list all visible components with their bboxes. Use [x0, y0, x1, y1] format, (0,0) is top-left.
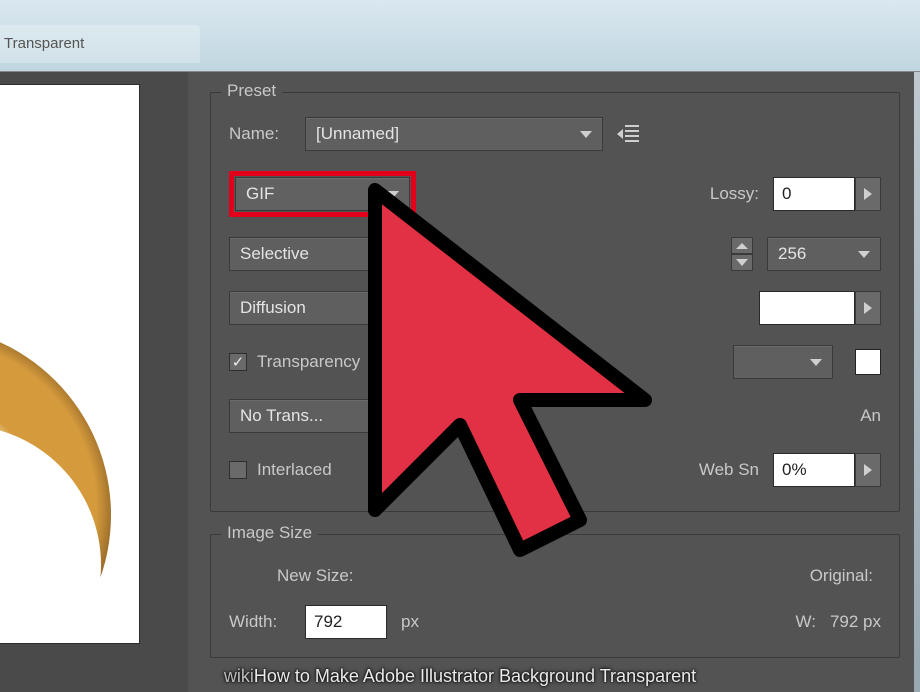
chevron-down-icon [390, 413, 402, 420]
colors-dropdown[interactable]: 256 [767, 237, 881, 271]
interlaced-checkbox[interactable]: Interlaced [229, 460, 332, 480]
dither-input[interactable] [759, 291, 855, 325]
orig-w-value: 792 px [830, 612, 881, 632]
preview-pane [0, 72, 188, 692]
transparency-row: ✓ Transparency [229, 345, 881, 379]
chevron-down-icon [390, 251, 402, 258]
interlaced-label: Interlaced [257, 460, 332, 480]
trans-dither-dropdown[interactable]: No Trans... [229, 399, 413, 433]
width-input[interactable]: 792 [305, 605, 387, 639]
chevron-right-icon [864, 464, 872, 476]
reduction-value: Selective [240, 244, 309, 264]
width-label: Width: [229, 612, 291, 632]
chevron-down-icon [580, 131, 592, 138]
dither-dropdown[interactable]: Diffusion [229, 291, 413, 325]
name-row: Name: [Unnamed] [229, 117, 881, 151]
lossy-input[interactable]: 0 [773, 177, 855, 211]
colors-step-up[interactable] [731, 237, 753, 254]
caption-text: How to Make Adobe Illustrator Background… [254, 666, 696, 686]
orig-w-label: W: [795, 612, 815, 632]
preview-canvas [0, 84, 140, 644]
chevron-down-icon [390, 305, 402, 312]
settings-panel: Preset Name: [Unnamed] GIF Lossy: 0 [188, 72, 920, 692]
window-titlebar: Transparent [0, 0, 920, 72]
checkbox-icon: ✓ [229, 353, 247, 371]
matte-swatch[interactable] [855, 349, 881, 375]
format-dropdown[interactable]: GIF [235, 177, 410, 211]
dither-row: Diffusion [229, 291, 881, 325]
image-size-legend: Image Size [221, 523, 318, 543]
format-row: GIF Lossy: 0 [229, 171, 881, 217]
websnap-increment[interactable] [855, 453, 881, 487]
image-size-group: Image Size New Size: Original: Width: 79… [210, 534, 900, 658]
colors-steppers[interactable] [731, 237, 753, 271]
chevron-down-icon [858, 251, 870, 258]
original-label: Original: [810, 566, 873, 586]
amount-label: An [860, 406, 881, 426]
websnap-input[interactable]: 0% [773, 453, 855, 487]
trans-dither-row: No Trans... An [229, 399, 881, 433]
preset-legend: Preset [221, 81, 282, 101]
chevron-down-icon [387, 191, 399, 198]
chevron-down-icon [810, 359, 822, 366]
matte-dropdown[interactable] [733, 345, 833, 379]
colors-value: 256 [778, 244, 806, 264]
transparency-checkbox[interactable]: ✓ Transparency [229, 352, 360, 372]
lossy-spinner[interactable]: 0 [773, 177, 881, 211]
name-value: [Unnamed] [316, 124, 399, 144]
preset-menu-icon[interactable] [617, 125, 641, 143]
tab-label: Transparent [4, 35, 84, 52]
name-label: Name: [229, 124, 291, 144]
dither-spinner[interactable] [759, 291, 881, 325]
colors-step-down[interactable] [731, 254, 753, 271]
name-dropdown[interactable]: [Unnamed] [305, 117, 603, 151]
format-highlight: GIF [229, 171, 416, 217]
window-tab[interactable]: Transparent [0, 25, 200, 63]
chevron-up-icon [736, 243, 748, 249]
new-size-label: New Size: [277, 566, 354, 586]
chevron-down-icon [736, 259, 748, 266]
window-right-edge [914, 72, 920, 692]
width-unit: px [401, 612, 419, 632]
chevron-right-icon [864, 188, 872, 200]
transparency-label: Transparency [257, 352, 360, 372]
caption-prefix: wiki [224, 666, 254, 686]
reduction-dropdown[interactable]: Selective [229, 237, 413, 271]
interlaced-row: Interlaced Web Sn 0% [229, 453, 881, 487]
width-spinner[interactable]: 792 [305, 605, 387, 639]
format-value: GIF [246, 184, 274, 204]
chevron-right-icon [864, 302, 872, 314]
websnap-spinner[interactable]: 0% [773, 453, 881, 487]
checkbox-icon [229, 461, 247, 479]
dither-value: Diffusion [240, 298, 306, 318]
reduction-row: Selective 256 [229, 237, 881, 271]
caption-bar: wikiHow to Make Adobe Illustrator Backgr… [0, 666, 920, 687]
lossy-increment[interactable] [855, 177, 881, 211]
preset-group: Preset Name: [Unnamed] GIF Lossy: 0 [210, 92, 900, 512]
websnap-label: Web Sn [699, 460, 759, 480]
trans-dither-value: No Trans... [240, 406, 323, 426]
dither-increment[interactable] [855, 291, 881, 325]
lossy-label: Lossy: [710, 184, 759, 204]
